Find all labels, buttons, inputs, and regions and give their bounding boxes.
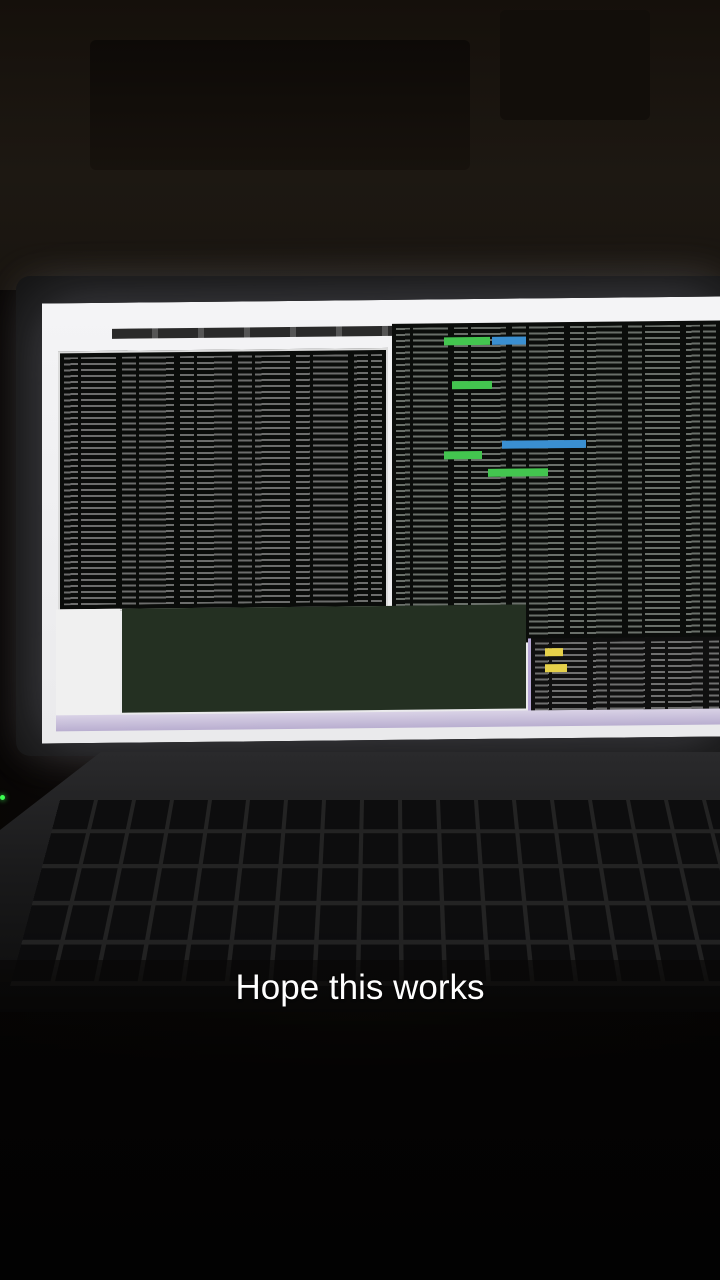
syntax-highlight-blue (502, 439, 586, 449)
laptop-screen (42, 296, 720, 744)
background-object (500, 10, 650, 120)
terminal-text-lines (396, 324, 716, 640)
room-background (0, 0, 720, 290)
terminal-window-right (392, 320, 720, 644)
power-led-icon (0, 795, 5, 800)
syntax-highlight-yellow (545, 664, 567, 673)
caption-text: Hope this works (235, 968, 485, 1007)
syntax-highlight-blue (492, 336, 526, 345)
terminal-window-left (58, 347, 388, 612)
empty-workspace (122, 604, 526, 713)
keyboard-keys (10, 800, 720, 987)
syntax-highlight-green (488, 468, 548, 477)
syntax-highlight-green (444, 450, 482, 460)
terminal-text-lines (64, 353, 382, 606)
syntax-highlight-green (452, 380, 492, 390)
photo: Hope this works (0, 0, 720, 1280)
terminal-window-bottom-right (528, 636, 720, 719)
side-panel (56, 608, 120, 716)
syntax-highlight-green (444, 336, 490, 346)
syntax-highlight-yellow (545, 648, 563, 657)
background-object (90, 40, 470, 170)
